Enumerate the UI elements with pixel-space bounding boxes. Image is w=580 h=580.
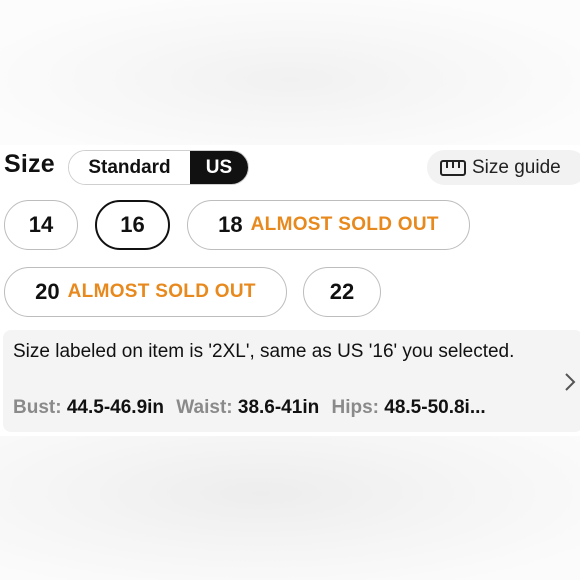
almost-sold-out-badge: ALMOST SOLD OUT — [250, 214, 439, 235]
size-info-text: Size labeled on item is '2XL', same as U… — [13, 341, 515, 362]
size-number: 22 — [329, 279, 355, 304]
size-number: 18 — [218, 212, 243, 237]
size-info-card[interactable]: Size labeled on item is '2XL', same as U… — [3, 330, 580, 432]
size-title: Size — [4, 150, 55, 178]
size-guide-button[interactable]: Size guide — [427, 150, 580, 185]
size-option-14[interactable]: 14 — [4, 200, 78, 250]
background-blur-top — [0, 0, 580, 145]
toggle-standard[interactable]: Standard — [69, 151, 190, 184]
measurements-row: Bust: 44.5-46.9in Waist: 38.6-41in Hips:… — [13, 397, 573, 419]
size-number: 14 — [28, 212, 54, 237]
size-option-20[interactable]: 20 ALMOST SOLD OUT — [4, 267, 287, 317]
background-blur-bottom — [0, 436, 580, 580]
size-guide-label: Size guide — [472, 156, 561, 178]
size-number: 16 — [120, 212, 145, 237]
bust-value: 44.5-46.9in — [66, 397, 165, 418]
size-option-18[interactable]: 18 ALMOST SOLD OUT — [187, 200, 470, 250]
size-system-toggle[interactable]: Standard US — [68, 150, 249, 185]
waist-value: 38.6-41in — [237, 397, 320, 418]
size-option-16[interactable]: 16 — [95, 200, 170, 250]
chevron-right-icon[interactable] — [564, 372, 576, 392]
hips-value: 48.5-50.8i... — [384, 397, 486, 418]
size-number: 20 — [35, 279, 60, 304]
waist-label: Waist: — [176, 397, 233, 418]
bust-label: Bust: — [13, 397, 62, 418]
size-option-22[interactable]: 22 — [303, 267, 381, 317]
toggle-us[interactable]: US — [190, 151, 248, 184]
almost-sold-out-badge: ALMOST SOLD OUT — [67, 281, 256, 302]
ruler-icon — [440, 159, 466, 176]
hips-label: Hips: — [331, 397, 379, 418]
